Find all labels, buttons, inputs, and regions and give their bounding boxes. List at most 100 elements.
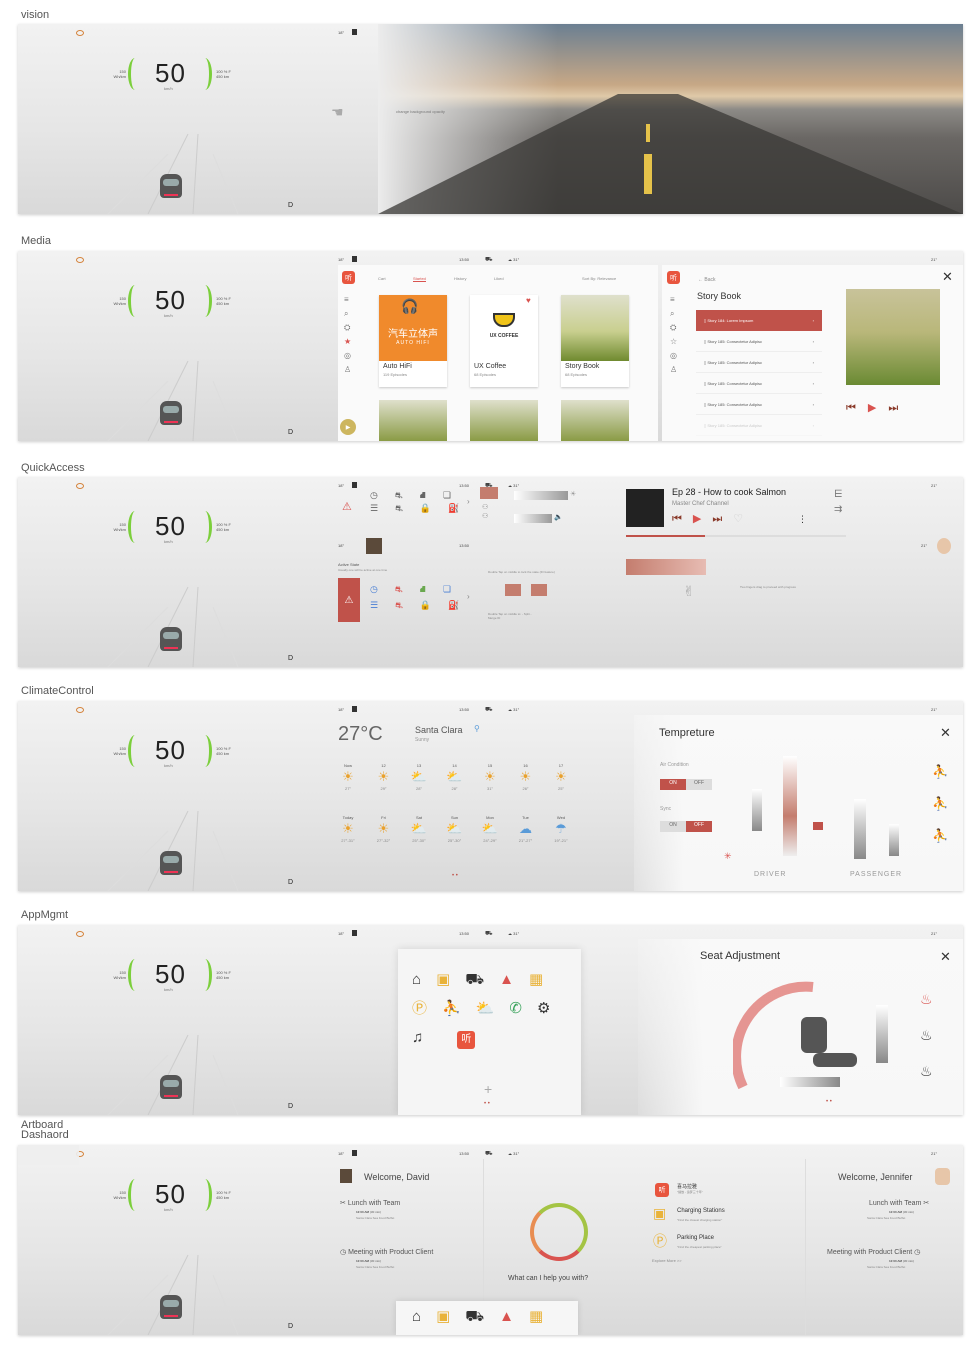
car-mode-icon[interactable]: ⛟ xyxy=(485,930,493,938)
quick-grid-top[interactable]: ◷⛐⛘❏ ☰⛐🔒⛽ xyxy=(370,489,476,515)
progress-drag-demo[interactable] xyxy=(626,559,706,575)
queue-icons[interactable]: ⋿ ⇉ xyxy=(834,487,843,517)
avatar-small[interactable] xyxy=(352,29,357,35)
mini-player-icon[interactable]: ▶ xyxy=(340,419,356,435)
add-app-button[interactable]: + xyxy=(484,1081,492,1097)
seat-height-slider[interactable] xyxy=(876,1005,888,1063)
avatar-small[interactable] xyxy=(352,482,357,488)
car-mode-icon[interactable]: ⛟ xyxy=(485,706,493,714)
car-mode-icon[interactable]: ⛟ xyxy=(485,256,493,264)
app-grid[interactable]: ⌂▣⛟▲▦ Ⓟ⛹⛅✆⚙ ♫ 听 xyxy=(412,965,565,1052)
charging-icon[interactable]: ▣ xyxy=(653,1205,666,1222)
avatar[interactable] xyxy=(366,538,382,554)
split-icon[interactable] xyxy=(480,487,498,499)
back-link[interactable]: ← Back xyxy=(698,277,716,283)
avatar-right[interactable] xyxy=(937,538,951,554)
speed-unit: km/h xyxy=(164,539,173,544)
sug2-title[interactable]: Charging Stations xyxy=(677,1208,725,1214)
gear-indicator: D xyxy=(288,1103,294,1110)
quick-grid-active[interactable]: ◷⛐⛘❏ ☰⛐🔒⛽ xyxy=(370,581,476,613)
assistant-orb[interactable] xyxy=(530,1203,588,1261)
road-lanes xyxy=(107,586,239,667)
city-name: Santa Clara xyxy=(415,725,463,735)
card-title: UX Coffee xyxy=(474,363,507,370)
status-time: 13:50 xyxy=(459,257,470,262)
split-state-2[interactable] xyxy=(531,584,547,596)
card-storybook[interactable]: Story Book 68 Episodes xyxy=(561,295,629,387)
avatar-small[interactable] xyxy=(352,256,357,262)
location-icon: ⚲ xyxy=(474,724,480,733)
dock-apps[interactable]: ⌂▣⛟▲▦ xyxy=(412,1307,558,1327)
seat-position-slider[interactable] xyxy=(780,1077,840,1087)
driver-slider-1[interactable] xyxy=(752,789,762,831)
chevron-right-icon[interactable]: › xyxy=(467,497,470,506)
page-dots[interactable]: • • xyxy=(826,1099,832,1105)
passenger-slider[interactable] xyxy=(854,799,866,859)
np-controls[interactable]: ⏮▶⏭♡ xyxy=(672,512,754,526)
track-item[interactable]: ▯ Story 184: Lorem Impsum › xyxy=(696,310,822,331)
volume-slider-2[interactable] xyxy=(514,514,552,523)
avatar-small[interactable] xyxy=(352,1150,357,1156)
sug3-title[interactable]: Parking Place xyxy=(677,1235,714,1241)
seat-mode-icons[interactable]: ⚇ ⚇ xyxy=(482,503,488,521)
status-temp-right: 21° xyxy=(931,707,938,712)
weather-icon: ⛅ xyxy=(481,821,499,836)
hazard-active-icon[interactable]: ⚠ xyxy=(338,578,360,622)
heart-icon[interactable]: ♥ xyxy=(526,296,531,305)
split-state-1[interactable] xyxy=(505,584,521,596)
avatar-david[interactable] xyxy=(340,1169,352,1183)
avatar-jennifer[interactable] xyxy=(935,1168,950,1185)
chevron-right-icon-2[interactable]: › xyxy=(467,592,470,601)
car-mode-icon[interactable]: ⛟ xyxy=(485,1150,493,1158)
tab-cart[interactable]: Cart xyxy=(378,276,386,281)
more-icon[interactable]: ⋮ xyxy=(798,514,807,525)
sort-select[interactable]: Sort By: Relevance xyxy=(582,276,616,281)
ting-app-icon-2[interactable]: 听 xyxy=(667,271,680,284)
inner-status-time: 13:50 xyxy=(459,543,470,548)
close-icon[interactable]: ✕ xyxy=(940,949,951,965)
avatar-small[interactable] xyxy=(352,706,357,712)
page-dots[interactable]: • • xyxy=(452,873,458,879)
seat-heat-icons[interactable]: ♨ ♨ ♨ xyxy=(920,981,933,1089)
passenger-slider-2[interactable] xyxy=(889,824,899,856)
seat-mode-icons[interactable]: ⛹ ⛹ ⛹ xyxy=(932,756,948,852)
explore-link[interactable]: Explore More >> xyxy=(652,1258,682,1263)
air-off-button[interactable]: OFF xyxy=(686,779,712,790)
media-sidenav[interactable]: ≡ ⌕ ⛭ ★ ◎ ♙ xyxy=(344,293,351,377)
tab-history[interactable]: History xyxy=(454,276,466,281)
track-item[interactable]: ▯ Story 185: Consectetur Adipisc › xyxy=(696,394,822,415)
page-dots[interactable]: • • xyxy=(484,1101,490,1107)
track-item[interactable]: ▯ Story 185: Consectetur Adipisc › xyxy=(696,373,822,394)
air-on-button[interactable]: ON xyxy=(660,779,686,790)
energy-left: 150 Wh/km xyxy=(113,1190,126,1200)
track-item[interactable]: ▯ Story 185: Consectetur Adipisc › xyxy=(696,352,822,373)
hazard-icon[interactable]: ⚠ xyxy=(342,500,352,513)
player-controls[interactable]: ⏮▶⏭ xyxy=(846,401,910,415)
ting-app-icon[interactable]: 听 xyxy=(342,271,355,284)
condition: Sunny xyxy=(415,737,430,743)
weather-icon: ⛅ xyxy=(410,821,428,836)
tab-started[interactable]: Started xyxy=(413,276,426,282)
two-finger-icon: ✌ xyxy=(683,583,695,599)
detail-sidenav[interactable]: ≡ ⌕ ⛭ ☆ ◎ ♙ xyxy=(670,293,677,377)
status-temp-out: ☁ 31° xyxy=(508,257,520,262)
card-row2-3[interactable] xyxy=(561,400,629,441)
sync-off-button[interactable]: OFF xyxy=(686,821,712,832)
tab-liked[interactable]: Liked xyxy=(494,276,504,281)
card-row2-1[interactable] xyxy=(379,400,447,441)
close-icon[interactable]: ✕ xyxy=(940,725,951,741)
close-icon[interactable]: ✕ xyxy=(942,269,953,285)
driver-temp-slider[interactable] xyxy=(783,756,797,856)
ting-app-icon[interactable]: 听 xyxy=(655,1183,669,1197)
heat-icon[interactable]: ✳ xyxy=(724,851,732,862)
avatar-small[interactable] xyxy=(352,930,357,936)
parking-icon[interactable]: Ⓟ xyxy=(653,1231,667,1251)
sync-on-button[interactable]: ON xyxy=(660,821,686,832)
card-uxcoffee[interactable]: UX COFFEE UX Coffee 68 Episodes xyxy=(470,295,538,387)
track-item[interactable]: ▯ Story 185: Consectetur Adipisc › xyxy=(696,331,822,352)
np-progress-track[interactable] xyxy=(626,535,846,537)
track-item[interactable]: ▯ Story 185: Consectetur Adipisc › xyxy=(696,415,822,436)
volume-slider-1[interactable] xyxy=(514,491,568,500)
status-temp-in: 18° xyxy=(338,30,345,35)
card-row2-2[interactable] xyxy=(470,400,538,441)
